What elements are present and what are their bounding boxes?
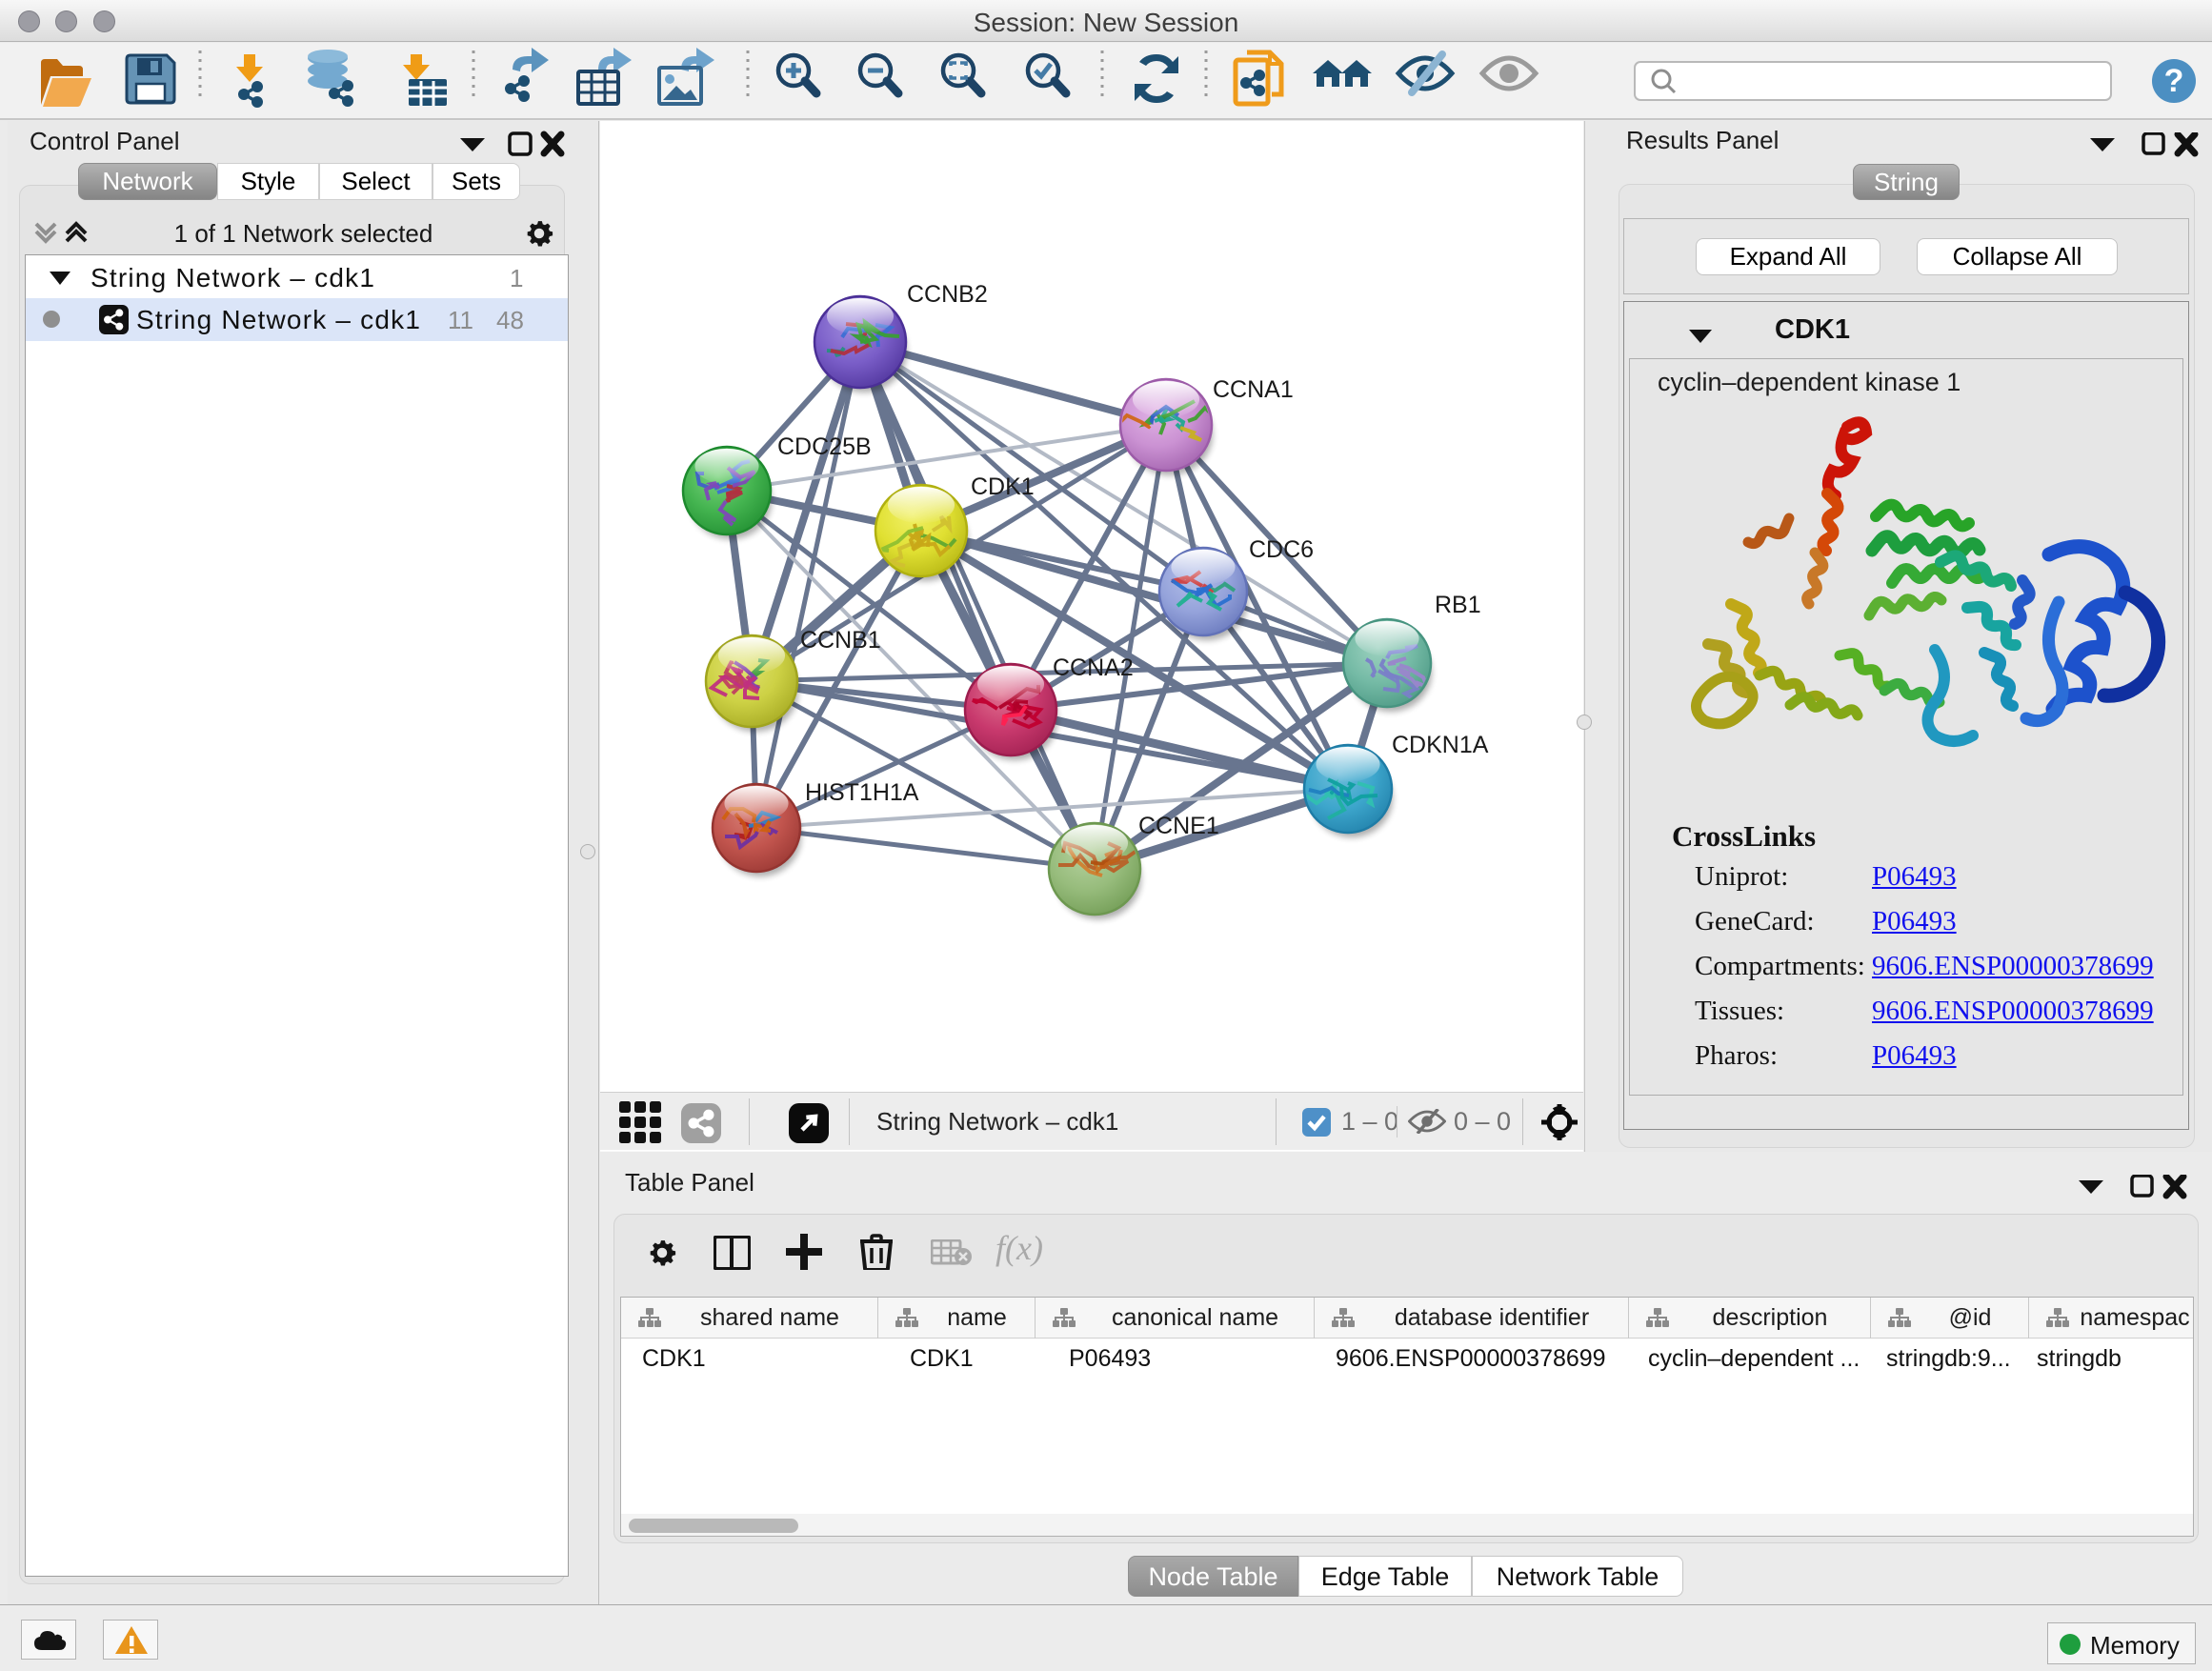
svg-text:?: ?: [2164, 63, 2184, 99]
svg-text:CDK1: CDK1: [971, 473, 1035, 500]
svg-text:CDKN1A: CDKN1A: [1392, 732, 1489, 758]
svg-text:CCNE1: CCNE1: [1138, 813, 1219, 839]
svg-text:CCNA1: CCNA1: [1213, 376, 1294, 403]
svg-text:CCNA2: CCNA2: [1053, 654, 1134, 681]
svg-text:CDC25B: CDC25B: [777, 433, 872, 460]
svg-text:CCNB2: CCNB2: [907, 281, 988, 308]
svg-text:RB1: RB1: [1435, 592, 1481, 618]
svg-text:CCNB1: CCNB1: [800, 627, 881, 654]
svg-text:CDC6: CDC6: [1249, 536, 1314, 563]
svg-text:HIST1H1A: HIST1H1A: [805, 779, 919, 806]
